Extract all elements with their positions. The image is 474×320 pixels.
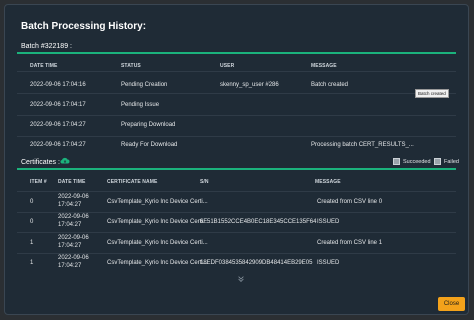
cert-name: CsvTemplate_Kyrio Inc Device Certi...: [107, 199, 208, 205]
cert-col-item: ITEM #: [30, 179, 47, 185]
cert-message: ISSUED: [317, 260, 340, 266]
cert-name: CsvTemplate_Kyrio Inc Device Certi...: [107, 219, 208, 225]
batch-history-modal: Batch Processing History: Batch #322189 …: [4, 4, 469, 315]
history-datetime: 2022-09-06 17:04:17: [30, 102, 86, 108]
cert-name: CsvTemplate_Kyrio Inc Device Certi...: [107, 260, 208, 266]
batch-label: Batch #322189 :: [21, 43, 72, 50]
cert-time: 17:04:27: [58, 202, 82, 208]
cert-date: 2022-09-06: [58, 214, 89, 220]
cert-time: 17:04:27: [58, 263, 82, 269]
history-col-status: STATUS: [121, 63, 141, 69]
legend-succeeded-label: Succeeded: [403, 158, 431, 165]
history-col-user: USER: [220, 63, 235, 69]
cloud-download-icon[interactable]: [60, 157, 70, 164]
legend-succeeded[interactable]: Succeeded: [393, 158, 431, 165]
history-row[interactable]: 2022-09-06 17:04:17 Pending Issue: [17, 93, 456, 116]
certificate-row[interactable]: 0 2022-09-06 17:04:27 CsvTemplate_Kyrio …: [17, 212, 456, 233]
history-col-datetime: DATE TIME: [30, 63, 58, 69]
history-user: skenny_sp_user #286: [220, 82, 279, 88]
history-datetime: 2022-09-06 17:04:16: [30, 82, 86, 88]
cert-item: 1: [30, 260, 34, 266]
chevron-down-icon[interactable]: [237, 275, 245, 283]
history-message: Processing batch CERT_RESULTS_...: [311, 142, 414, 148]
cert-date: 2022-09-06: [58, 194, 89, 200]
cert-item: 0: [30, 219, 34, 225]
failed-checkbox[interactable]: [434, 158, 441, 165]
cert-time: 17:04:27: [58, 222, 82, 228]
certificates-table-header: ITEM # DATE TIME CERTIFICATE NAME S/N ME…: [17, 179, 456, 187]
history-datetime: 2022-09-06 17:04:27: [30, 142, 86, 148]
cert-col-name: CERTIFICATE NAME: [107, 179, 158, 185]
cert-message: Created from CSV line 0: [317, 199, 383, 205]
certificates-divider: [17, 168, 456, 170]
cert-time: 17:04:27: [58, 243, 82, 249]
cert-sn: 6F51B1552CCE4B0EC18E345CCE135F64: [200, 219, 317, 225]
history-row[interactable]: 2022-09-06 17:04:27 Preparing Download: [17, 115, 456, 137]
legend-failed[interactable]: Failed: [434, 158, 459, 165]
history-table-header: DATE TIME STATUS USER MESSAGE: [17, 63, 456, 71]
cert-col-sn: S/N: [200, 179, 209, 185]
history-status: Pending Creation: [121, 82, 168, 88]
succeeded-checkbox[interactable]: [393, 158, 400, 165]
cert-message: Created from CSV line 1: [317, 240, 383, 246]
certificate-row[interactable]: 1 2022-09-06 17:04:27 CsvTemplate_Kyrio …: [17, 253, 456, 274]
history-row[interactable]: 2022-09-06 17:04:16 Pending Creation ske…: [17, 71, 456, 94]
cert-col-datetime: DATE TIME: [58, 179, 86, 185]
cert-message: ISSUED: [317, 219, 340, 225]
legend-failed-label: Failed: [444, 158, 459, 165]
history-col-message: MESSAGE: [311, 63, 337, 69]
history-row[interactable]: 2022-09-06 17:04:27 Ready For Download P…: [17, 136, 456, 155]
close-button[interactable]: Close: [438, 297, 465, 311]
cert-item: 1: [30, 240, 34, 246]
batch-divider: [17, 52, 456, 54]
cert-date: 2022-09-06: [58, 235, 89, 241]
history-status: Ready For Download: [121, 142, 178, 148]
certificates-title: Certificates :: [21, 159, 60, 166]
cert-item: 0: [30, 199, 34, 205]
history-message: Batch created: [311, 82, 349, 88]
cert-col-message: MESSAGE: [315, 179, 341, 185]
cert-sn: 18EDF0384535842909DB48414EB29E05: [200, 260, 313, 266]
certificate-row[interactable]: 0 2022-09-06 17:04:27 CsvTemplate_Kyrio …: [17, 191, 456, 213]
history-status: Preparing Download: [121, 122, 176, 128]
cert-name: CsvTemplate_Kyrio Inc Device Certi...: [107, 240, 208, 246]
history-status: Pending Issue: [121, 102, 160, 108]
modal-title: Batch Processing History:: [21, 21, 147, 32]
certificate-row[interactable]: 1 2022-09-06 17:04:27 CsvTemplate_Kyrio …: [17, 232, 456, 254]
message-tooltip: Batch created: [415, 89, 449, 98]
cert-date: 2022-09-06: [58, 255, 89, 261]
history-datetime: 2022-09-06 17:04:27: [30, 122, 86, 128]
